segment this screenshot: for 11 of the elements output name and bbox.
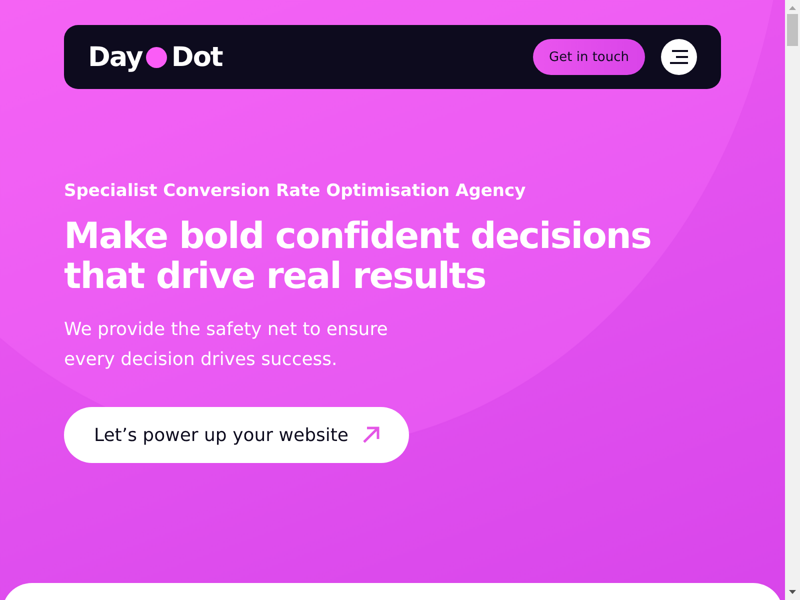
get-in-touch-button[interactable]: Get in touch: [533, 39, 645, 75]
menu-icon: [670, 50, 688, 64]
headline: Make bold confident decisions that drive real results: [64, 217, 652, 297]
logo-text: Dot: [171, 42, 222, 72]
logo-text: Day: [88, 42, 142, 72]
logo-dot-icon: [146, 46, 168, 68]
power-up-button[interactable]: Let’s power up your website: [64, 407, 409, 463]
menu-button[interactable]: [661, 39, 697, 75]
intro-text: We provide the safety net to ensure every decision drives success.: [64, 318, 389, 372]
arrow-icon: [360, 425, 381, 445]
eyebrow-text: Specialist Conversion Rate Optimisation Agency: [64, 181, 527, 201]
